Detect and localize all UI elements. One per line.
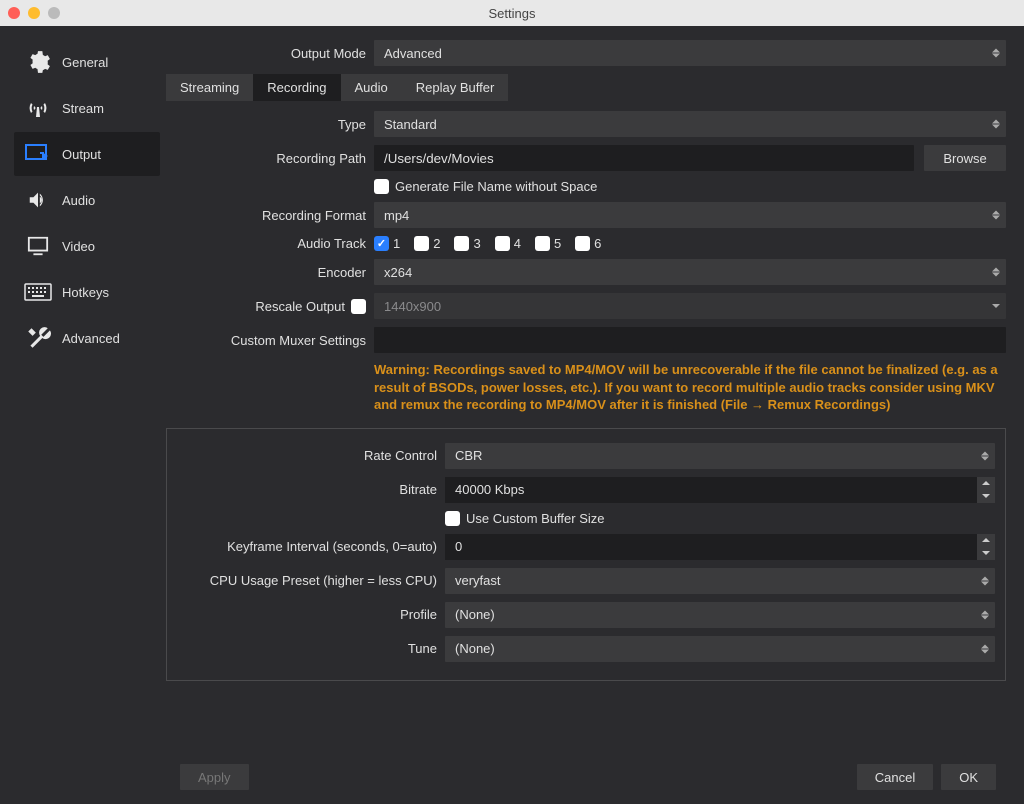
tab-recording[interactable]: Recording [253,74,340,101]
track-5-checkbox[interactable] [535,236,550,251]
keyframe-spinbox[interactable] [445,534,995,560]
dialog-footer: Apply Cancel OK [166,750,1010,804]
cpu-preset-select[interactable]: veryfast [445,568,995,594]
spin-up-icon[interactable] [977,534,995,547]
encoder-label: Encoder [166,265,366,280]
output-icon [24,142,52,166]
speaker-icon [24,188,52,212]
sidebar-item-advanced[interactable]: Advanced [14,316,160,360]
chevron-updown-icon [992,49,1000,58]
recording-format-select[interactable]: mp4 [374,202,1006,228]
close-window-icon[interactable] [8,7,20,19]
tab-audio[interactable]: Audio [341,74,402,101]
rescale-output-label: Rescale Output [255,299,345,314]
sidebar-item-label: General [62,55,108,70]
spin-down-icon[interactable] [977,490,995,503]
output-mode-select[interactable]: Advanced [374,40,1006,66]
sidebar-item-video[interactable]: Video [14,224,160,268]
sidebar-item-hotkeys[interactable]: Hotkeys [14,270,160,314]
chevron-updown-icon [992,211,1000,220]
traffic-lights [8,7,60,19]
bitrate-spinbox[interactable] [445,477,995,503]
no-space-checkbox[interactable] [374,179,389,194]
rescale-checkbox[interactable] [351,299,366,314]
chevron-updown-icon [992,268,1000,277]
track-3-checkbox[interactable] [454,236,469,251]
tune-select[interactable]: (None) [445,636,995,662]
window-title: Settings [489,6,536,21]
track-2-checkbox[interactable] [414,236,429,251]
apply-button[interactable]: Apply [180,764,249,790]
audio-track-label: Audio Track [166,236,366,251]
rate-control-select[interactable]: CBR [445,443,995,469]
sidebar-item-label: Hotkeys [62,285,109,300]
output-tabs: Streaming Recording Audio Replay Buffer [166,74,1006,101]
muxer-label: Custom Muxer Settings [166,333,366,348]
bitrate-label: Bitrate [177,482,437,497]
recording-path-input[interactable] [374,145,914,171]
sidebar-item-label: Advanced [62,331,120,346]
gear-icon [24,50,52,74]
encoder-settings-group: Rate Control CBR Bitrate [166,428,1006,681]
encoder-select[interactable]: x264 [374,259,1006,285]
zoom-window-icon[interactable] [48,7,60,19]
recording-format-label: Recording Format [166,208,366,223]
type-select[interactable]: Standard [374,111,1006,137]
type-label: Type [166,117,366,132]
chevron-updown-icon [981,644,989,653]
titlebar: Settings [0,0,1024,26]
track-4-checkbox[interactable] [495,236,510,251]
track-1-checkbox[interactable] [374,236,389,251]
sidebar-item-general[interactable]: General [14,40,160,84]
sidebar-item-output[interactable]: Output [14,132,160,176]
keyframe-label: Keyframe Interval (seconds, 0=auto) [177,539,437,554]
track-6-checkbox[interactable] [575,236,590,251]
chevron-updown-icon [981,610,989,619]
spin-down-icon[interactable] [977,547,995,560]
keyboard-icon [24,280,52,304]
custom-buffer-checkbox[interactable] [445,511,460,526]
spin-up-icon[interactable] [977,477,995,490]
chevron-updown-icon [981,451,989,460]
recording-path-label: Recording Path [166,151,366,166]
output-mode-label: Output Mode [166,46,366,61]
sidebar-item-label: Output [62,147,101,162]
sidebar-item-label: Audio [62,193,95,208]
chevron-updown-icon [981,576,989,585]
sidebar-item-label: Video [62,239,95,254]
cpu-preset-label: CPU Usage Preset (higher = less CPU) [177,573,437,588]
sidebar-item-stream[interactable]: Stream [14,86,160,130]
sidebar-item-audio[interactable]: Audio [14,178,160,222]
cancel-button[interactable]: Cancel [857,764,933,790]
rescale-output-select[interactable]: 1440x900 [374,293,1006,319]
tools-icon [24,326,52,350]
no-space-label: Generate File Name without Space [395,179,597,194]
minimize-window-icon[interactable] [28,7,40,19]
monitor-icon [24,234,52,258]
browse-button[interactable]: Browse [924,145,1006,171]
sidebar: General Stream Output Audio Video Hotkey… [0,26,160,804]
tab-replay-buffer[interactable]: Replay Buffer [402,74,509,101]
mp4-warning: Warning: Recordings saved to MP4/MOV wil… [166,361,1006,414]
rate-control-label: Rate Control [177,448,437,463]
broadcast-icon [24,96,52,120]
custom-buffer-label: Use Custom Buffer Size [466,511,604,526]
tune-label: Tune [177,641,437,656]
profile-label: Profile [177,607,437,622]
chevron-updown-icon [992,120,1000,129]
tab-streaming[interactable]: Streaming [166,74,253,101]
profile-select[interactable]: (None) [445,602,995,628]
ok-button[interactable]: OK [941,764,996,790]
muxer-input[interactable] [374,327,1006,353]
chevron-down-icon [992,304,1000,308]
sidebar-item-label: Stream [62,101,104,116]
main-panel: Output Mode Advanced Streaming Recording… [160,26,1024,804]
